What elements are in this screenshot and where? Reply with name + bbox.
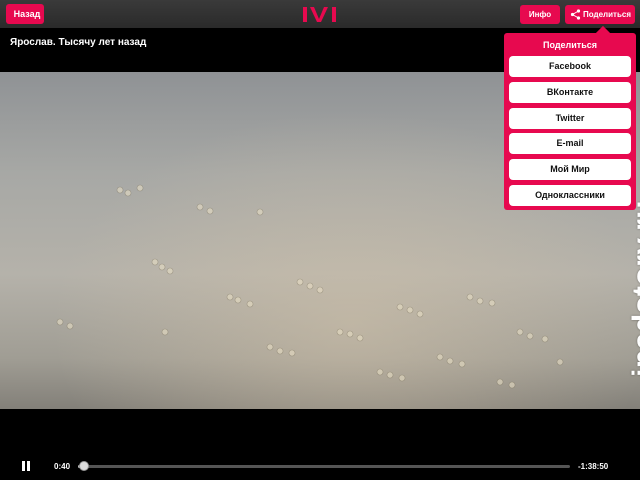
player-controls <box>0 409 640 480</box>
share-menu: Поделиться Facebook ВКонтакте Twitter E-… <box>504 33 636 210</box>
info-button-label: Инфо <box>528 10 552 19</box>
progress-bar[interactable] <box>78 465 570 468</box>
info-button[interactable]: Инфо <box>520 5 560 24</box>
share-item-email[interactable]: E-mail <box>509 133 631 154</box>
pause-icon-bar <box>27 461 30 471</box>
share-item-odnoklassniki[interactable]: Одноклассники <box>509 185 631 206</box>
pause-icon <box>22 461 25 471</box>
top-bar: Назад Инфо Поделиться <box>0 0 640 28</box>
back-button[interactable]: Назад <box>6 4 44 24</box>
share-button[interactable]: Поделиться <box>565 5 635 24</box>
share-item-facebook[interactable]: Facebook <box>509 56 631 77</box>
back-button-label: Назад <box>13 9 41 19</box>
share-item-twitter[interactable]: Twitter <box>509 108 631 129</box>
watermark: ipadstory.ru <box>627 199 640 377</box>
pause-button[interactable] <box>20 460 32 472</box>
share-menu-title: Поделиться <box>542 40 597 50</box>
share-icon <box>570 9 581 20</box>
share-item-moi-mir[interactable]: Мой Мир <box>509 159 631 180</box>
ivi-logo <box>303 7 336 22</box>
time-elapsed: 0:40 <box>54 462 71 471</box>
share-item-vkontakte[interactable]: ВКонтакте <box>509 82 631 103</box>
share-button-label: Поделиться <box>583 10 632 19</box>
time-remaining: -1:38:50 <box>578 462 609 471</box>
video-title: Ярослав. Тысячу лет назад <box>10 37 147 48</box>
